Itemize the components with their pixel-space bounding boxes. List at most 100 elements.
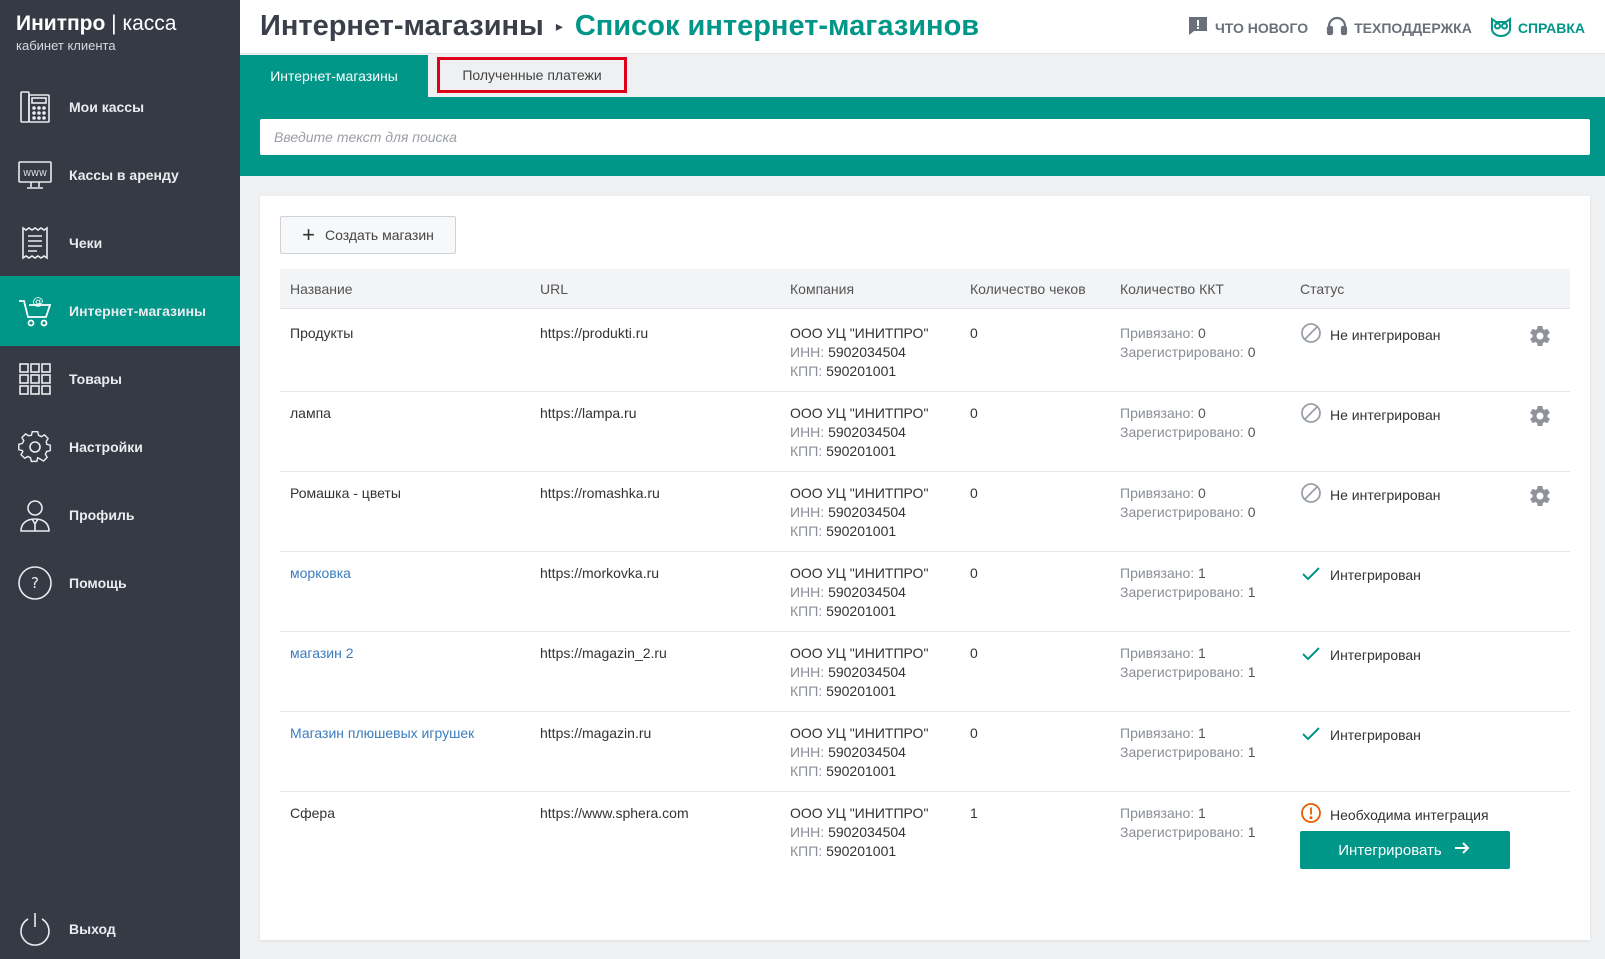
- registered-label: Зарегистрировано:: [1120, 664, 1244, 680]
- gear-icon: [17, 429, 53, 465]
- kkt-count: Привязано: 0 Зарегистрировано: 0: [1120, 324, 1256, 362]
- kpp-value: 590201001: [826, 843, 897, 859]
- tab-received-payments[interactable]: Полученные платежи: [437, 57, 627, 93]
- store-settings-gear-icon[interactable]: [1528, 324, 1552, 348]
- tab-online-stores[interactable]: Интернет-магазины: [240, 55, 428, 97]
- kpp-label: КПП:: [790, 363, 823, 379]
- sidebar-item-label: Интернет-магазины: [69, 303, 207, 319]
- bound-label: Привязано:: [1120, 485, 1195, 501]
- whats-new-link[interactable]: ЧТО НОВОГО: [1187, 15, 1308, 40]
- store-name[interactable]: Магазин плюшевых игрушек: [290, 724, 474, 743]
- sidebar-item-label: Помощь: [69, 575, 127, 591]
- kkt-count: Привязано: 0 Зарегистрировано: 0: [1120, 404, 1256, 442]
- check-icon: [1300, 722, 1322, 749]
- help-label: СПРАВКА: [1517, 19, 1585, 36]
- store-url: https://magazin_2.ru: [540, 645, 667, 661]
- bound-value: 0: [1198, 325, 1206, 341]
- column-header-checks[interactable]: Количество чеков: [970, 269, 1086, 309]
- sidebar-item-online-stores[interactable]: @ Интернет-магазины: [0, 276, 240, 346]
- sidebar-item-receipts[interactable]: Чеки: [0, 208, 240, 278]
- kkt-count: Привязано: 1 Зарегистрировано: 1: [1120, 644, 1256, 682]
- sidebar-item-label: Кассы в аренду: [69, 167, 179, 183]
- column-header-company[interactable]: Компания: [790, 269, 854, 309]
- headset-icon: [1326, 15, 1348, 40]
- page-title: Список интернет-магазинов: [574, 10, 980, 42]
- company-name: ООО УЦ "ИНИТПРО": [790, 725, 929, 741]
- registered-label: Зарегистрировано:: [1120, 424, 1244, 440]
- sidebar: Инитпро | касса кабинет клиента Мои касс…: [0, 0, 240, 959]
- status-badge: Не интегрирован: [1300, 322, 1440, 349]
- kkt-count: Привязано: 1 Зарегистрировано: 1: [1120, 564, 1256, 602]
- table-row: Магазин плюшевых игрушек https://magazin.…: [280, 710, 1570, 792]
- bound-label: Привязано:: [1120, 325, 1195, 341]
- integrate-label: Интегрировать: [1338, 841, 1442, 859]
- store-settings-gear-icon[interactable]: [1528, 404, 1552, 428]
- user-icon: [17, 497, 53, 533]
- sidebar-item-settings[interactable]: Настройки: [0, 412, 240, 482]
- create-store-button[interactable]: + Создать магазин: [280, 216, 456, 254]
- sidebar-item-logout[interactable]: Выход: [0, 894, 240, 959]
- checks-count: 0: [970, 645, 978, 661]
- brand-name: Инитпро: [16, 12, 106, 35]
- column-header-url[interactable]: URL: [540, 269, 568, 309]
- inn-label: ИНН:: [790, 664, 825, 680]
- warning-icon: [1300, 802, 1322, 829]
- registered-label: Зарегистрировано:: [1120, 824, 1244, 840]
- table-row: магазин 2 https://magazin_2.ru ООО УЦ "ИНИ…: [280, 630, 1570, 712]
- help-link[interactable]: СПРАВКА: [1490, 15, 1585, 40]
- sidebar-item-help[interactable]: ? Помощь: [0, 548, 240, 618]
- kkt-count: Привязано: 0 Зарегистрировано: 0: [1120, 484, 1256, 522]
- svg-text:WWW: WWW: [23, 169, 47, 178]
- search-band: [240, 97, 1605, 176]
- shopping-cart-icon: @: [17, 293, 53, 329]
- status-badge: Интегрирован: [1300, 562, 1421, 589]
- breadcrumb: Интернет-магазины ▸ Список интернет-мага…: [260, 10, 979, 43]
- status-badge: Не интегрирован: [1300, 402, 1440, 429]
- kpp-value: 590201001: [826, 363, 897, 379]
- kpp-label: КПП:: [790, 523, 823, 539]
- checks-count: 0: [970, 405, 978, 421]
- sidebar-item-my-cash-registers[interactable]: Мои кассы: [0, 72, 240, 142]
- sidebar-item-rental[interactable]: WWW Кассы в аренду: [0, 140, 240, 210]
- blocked-icon: [1300, 402, 1322, 429]
- power-icon: [17, 911, 53, 947]
- table-row: Сфера https://www.sphera.com ООО УЦ "ИНИТП…: [280, 790, 1570, 920]
- registered-value: 1: [1247, 584, 1256, 600]
- status-badge: Необходима интеграция: [1300, 802, 1489, 829]
- registered-value: 0: [1247, 424, 1256, 440]
- inn-label: ИНН:: [790, 344, 825, 360]
- sidebar-item-profile[interactable]: Профиль: [0, 480, 240, 550]
- bound-value: 1: [1198, 725, 1206, 741]
- integrate-button[interactable]: Интегрировать: [1300, 831, 1510, 869]
- registered-value: 1: [1247, 744, 1256, 760]
- support-link[interactable]: ТЕХПОДДЕРЖКА: [1326, 15, 1472, 40]
- column-header-status[interactable]: Статус: [1300, 269, 1344, 309]
- sidebar-item-goods[interactable]: Товары: [0, 344, 240, 414]
- store-settings-gear-icon[interactable]: [1528, 484, 1552, 508]
- inn-value: 5902034504: [828, 584, 906, 600]
- store-name[interactable]: морковка: [290, 564, 351, 583]
- kpp-value: 590201001: [826, 523, 897, 539]
- table-row: Ромашка - цветы https://romashka.ru ООО УЦ…: [280, 470, 1570, 552]
- kpp-value: 590201001: [826, 603, 897, 619]
- inn-label: ИНН:: [790, 424, 825, 440]
- table-row: лампа https://lampa.ru ООО УЦ "ИНИТПРО" ИНН…: [280, 390, 1570, 472]
- inn-label: ИНН:: [790, 584, 825, 600]
- company-name: ООО УЦ "ИНИТПРО": [790, 485, 929, 501]
- store-name: Продукты: [290, 325, 354, 341]
- status-label: Интегрирован: [1330, 647, 1421, 663]
- store-name[interactable]: магазин 2: [290, 644, 354, 663]
- column-header-name[interactable]: Название: [290, 269, 353, 309]
- breadcrumb-parent[interactable]: Интернет-магазины: [260, 10, 544, 43]
- column-header-kkt[interactable]: Количество ККТ: [1120, 269, 1224, 309]
- store-url: https://lampa.ru: [540, 405, 637, 421]
- company-name: ООО УЦ "ИНИТПРО": [790, 645, 929, 661]
- search-input[interactable]: [260, 119, 1590, 155]
- bound-value: 1: [1198, 565, 1206, 581]
- brand[interactable]: Инитпро | касса кабинет клиента: [0, 0, 240, 70]
- registered-label: Зарегистрировано:: [1120, 504, 1244, 520]
- company-name: ООО УЦ "ИНИТПРО": [790, 565, 929, 581]
- status-label: Интегрирован: [1330, 727, 1421, 743]
- create-store-label: Создать магазин: [324, 227, 434, 243]
- kpp-label: КПП:: [790, 443, 823, 459]
